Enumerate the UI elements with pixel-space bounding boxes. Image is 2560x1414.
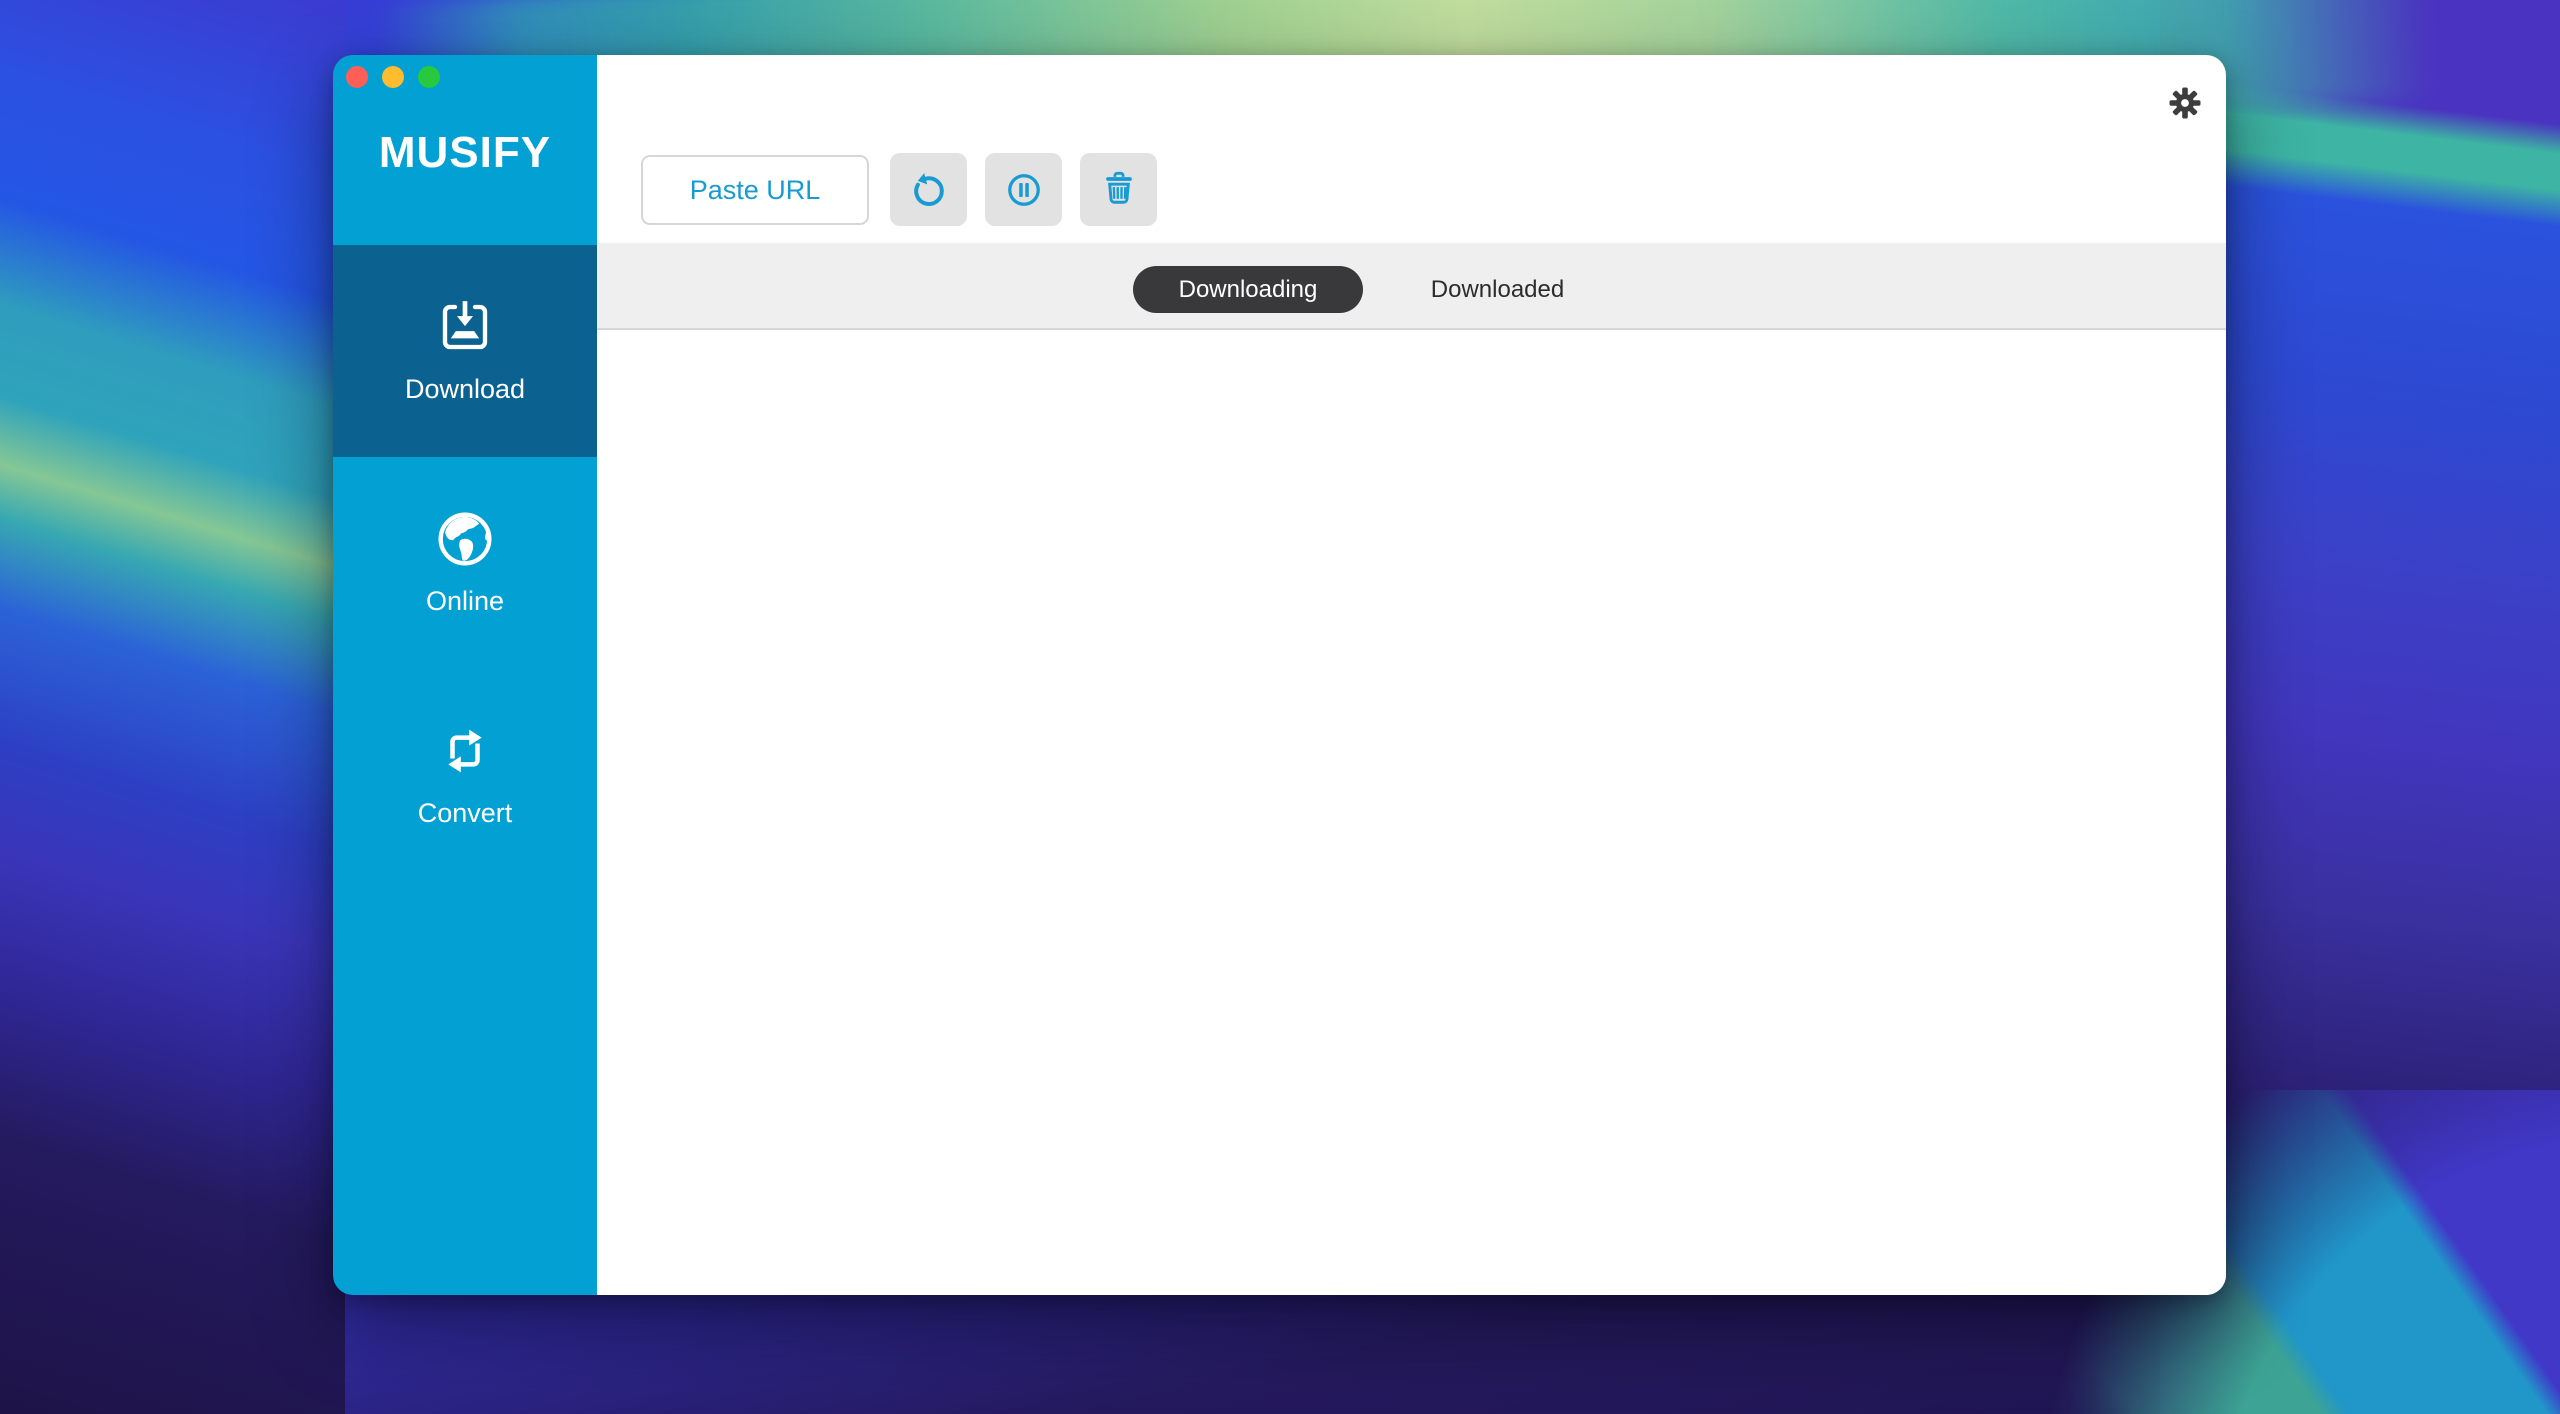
app-window: MUSIFY Download xyxy=(333,55,2226,1295)
tab-bar: Downloading Downloaded xyxy=(597,243,2226,330)
titlebar: MUSIFY xyxy=(333,55,597,245)
convert-repeat-icon xyxy=(435,721,495,781)
sidebar-nav: Download Online xyxy=(333,245,597,881)
settings-button[interactable] xyxy=(2164,82,2206,124)
close-icon[interactable] xyxy=(346,66,368,88)
traffic-lights xyxy=(346,66,440,88)
delete-download-button[interactable] xyxy=(1080,153,1157,226)
wallpaper-left-bands xyxy=(0,0,345,1414)
sidebar: MUSIFY Download xyxy=(333,55,597,1295)
pause-circle-icon xyxy=(1003,169,1045,211)
app-logo: MUSIFY xyxy=(333,128,597,178)
download-icon xyxy=(435,297,495,357)
pause-download-button[interactable] xyxy=(985,153,1062,226)
sidebar-item-download[interactable]: Download xyxy=(333,245,597,457)
rotate-ccw-icon xyxy=(908,169,950,211)
toolbar: Paste URL xyxy=(597,55,2226,243)
minimize-icon[interactable] xyxy=(382,66,404,88)
tab-downloading[interactable]: Downloading xyxy=(1133,266,1363,313)
sidebar-item-convert[interactable]: Convert xyxy=(333,669,597,881)
tab-downloaded[interactable]: Downloaded xyxy=(1425,266,1570,313)
paste-url-button[interactable]: Paste URL xyxy=(641,155,869,225)
gear-icon xyxy=(2168,86,2202,120)
restart-download-button[interactable] xyxy=(890,153,967,226)
download-list-empty xyxy=(597,330,2226,1295)
sidebar-item-label: Download xyxy=(405,374,525,405)
zoom-icon[interactable] xyxy=(418,66,440,88)
globe-icon xyxy=(435,509,495,569)
main-panel: Paste URL xyxy=(597,55,2226,1295)
trash-icon xyxy=(1098,169,1140,211)
sidebar-item-label: Online xyxy=(426,586,504,617)
sidebar-item-label: Convert xyxy=(418,798,513,829)
sidebar-item-online[interactable]: Online xyxy=(333,457,597,669)
